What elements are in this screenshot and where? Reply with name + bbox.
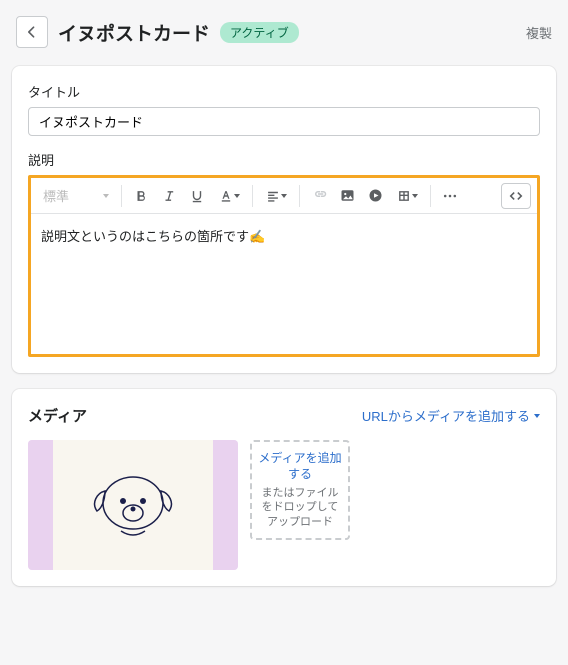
code-icon <box>508 188 524 204</box>
chevron-down-icon <box>234 194 240 198</box>
underline-button[interactable] <box>184 183 210 209</box>
image-button[interactable] <box>334 183 360 209</box>
media-heading: メディア <box>28 405 87 426</box>
dots-horizontal-icon <box>442 188 458 204</box>
link-button[interactable] <box>306 183 332 209</box>
paragraph-style-select[interactable]: 標準 <box>37 182 115 209</box>
image-icon <box>340 188 355 203</box>
product-details-card: タイトル 説明 標準 <box>12 66 556 373</box>
more-button[interactable] <box>437 183 463 209</box>
description-label: 説明 <box>28 150 540 169</box>
table-icon <box>397 189 411 203</box>
toolbar-separator <box>430 185 431 207</box>
chevron-down-icon <box>281 194 287 198</box>
editor-toolbar: 標準 <box>31 178 537 214</box>
align-left-icon <box>266 189 280 203</box>
bold-button[interactable] <box>128 183 154 209</box>
description-editor: 標準 <box>28 175 540 357</box>
chevron-down-icon <box>534 414 540 418</box>
table-button[interactable] <box>390 183 424 209</box>
video-button[interactable] <box>362 183 388 209</box>
align-button[interactable] <box>259 183 293 209</box>
arrow-left-icon <box>24 24 40 40</box>
title-label: タイトル <box>28 82 540 101</box>
thumbnail-illustration <box>73 455 193 555</box>
media-thumbnail[interactable] <box>28 440 238 570</box>
text-color-button[interactable] <box>212 183 246 209</box>
link-icon <box>312 188 327 203</box>
dropzone-add-link: メディアを追加する <box>258 451 342 482</box>
play-circle-icon <box>368 188 383 203</box>
media-card: メディア URLからメディアを追加する メディアを追加する またはファイルをドロ… <box>12 389 556 586</box>
chevron-down-icon <box>103 194 109 198</box>
bold-icon <box>134 189 148 203</box>
status-badge: アクティブ <box>220 22 299 43</box>
paragraph-style-label: 標準 <box>43 186 69 205</box>
back-button[interactable] <box>16 16 48 48</box>
italic-icon <box>162 189 176 203</box>
code-view-button[interactable] <box>501 183 531 209</box>
toolbar-separator <box>121 185 122 207</box>
chevron-down-icon <box>412 194 418 198</box>
add-media-from-url-label: URLからメディアを追加する <box>362 406 530 425</box>
dropzone-hint: またはファイルをドロップしてアップロード <box>258 486 342 529</box>
add-media-from-url-button[interactable]: URLからメディアを追加する <box>362 406 540 425</box>
toolbar-separator <box>299 185 300 207</box>
toolbar-separator <box>252 185 253 207</box>
page-title: イヌポストカード <box>58 19 210 46</box>
title-input[interactable] <box>28 107 540 136</box>
media-dropzone[interactable]: メディアを追加する またはファイルをドロップしてアップロード <box>250 440 350 540</box>
page-header: イヌポストカード アクティブ 複製 <box>0 0 568 60</box>
text-color-icon <box>219 189 233 203</box>
italic-button[interactable] <box>156 183 182 209</box>
underline-icon <box>190 189 204 203</box>
description-textarea[interactable]: 説明文というのはこちらの箇所です✍️ <box>31 214 537 354</box>
duplicate-action[interactable]: 複製 <box>526 23 552 42</box>
